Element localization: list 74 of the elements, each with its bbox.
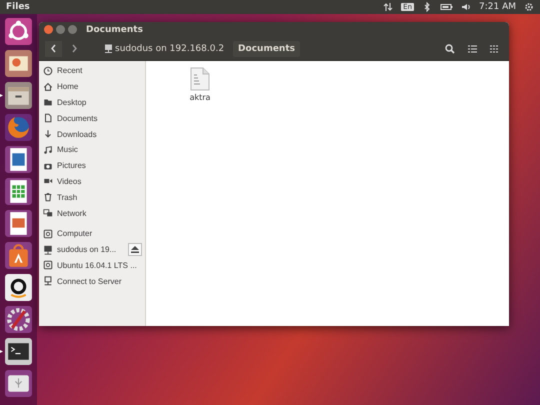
battery-icon[interactable] bbox=[440, 2, 453, 12]
sidebar-item[interactable]: Downloads bbox=[39, 126, 145, 142]
sidebar-label: Home bbox=[57, 82, 78, 92]
sidebar-item[interactable]: Music bbox=[39, 142, 145, 158]
window-title: Documents bbox=[86, 24, 143, 34]
network-icon bbox=[43, 208, 53, 218]
sidebar-label: Downloads bbox=[57, 130, 97, 139]
sidebar-label: Desktop bbox=[57, 98, 86, 107]
sidebar-label: Recent bbox=[57, 66, 82, 76]
doc-icon bbox=[43, 113, 53, 124]
sidebar-label: Ubuntu 16.04.1 LTS ... bbox=[57, 260, 137, 270]
trash-icon bbox=[43, 192, 53, 202]
download-icon bbox=[43, 129, 53, 140]
sidebar-label: Videos bbox=[57, 176, 82, 186]
network-drive-icon bbox=[104, 44, 113, 53]
sidebar-label: Connect to Server bbox=[57, 276, 122, 286]
calc-launcher-icon[interactable] bbox=[4, 177, 33, 206]
eject-button[interactable] bbox=[128, 243, 142, 256]
back-button[interactable] bbox=[45, 40, 62, 56]
sidebar-label: Documents bbox=[57, 114, 98, 123]
photos-launcher-icon[interactable] bbox=[4, 49, 33, 78]
sidebar-item[interactable]: Computer bbox=[39, 226, 145, 242]
search-icon bbox=[445, 44, 455, 54]
bluetooth-icon[interactable] bbox=[422, 2, 432, 12]
sidebar-label: Music bbox=[57, 145, 78, 154]
file-name[interactable]: aktra bbox=[190, 93, 210, 102]
sidebar-item[interactable]: Desktop bbox=[39, 94, 145, 110]
sidebar-item[interactable]: Network bbox=[39, 205, 145, 221]
sidebar-item[interactable]: Connect to Server bbox=[39, 273, 145, 290]
files-launcher-icon[interactable] bbox=[4, 81, 33, 110]
chevron-right-icon bbox=[71, 44, 78, 53]
sidebar-item[interactable]: Ubuntu 16.04.1 LTS ... bbox=[39, 258, 145, 274]
software-launcher-icon[interactable] bbox=[4, 241, 33, 270]
impress-launcher-icon[interactable] bbox=[4, 209, 33, 238]
sidebar-item[interactable]: sudodus on 19... bbox=[39, 242, 145, 258]
sidebar-label: Trash bbox=[57, 192, 78, 202]
text-file-icon[interactable] bbox=[190, 67, 210, 91]
clock[interactable]: 7:21 AM bbox=[479, 2, 516, 12]
app-title: Files bbox=[6, 2, 31, 12]
share-icon bbox=[43, 244, 53, 255]
drive-icon bbox=[43, 260, 53, 270]
path-button[interactable]: sudodus on 192.168.0.2 bbox=[99, 40, 230, 56]
drive-launcher-icon[interactable] bbox=[4, 369, 33, 398]
sidebar-item[interactable]: Home bbox=[39, 78, 145, 95]
network-arrows-icon[interactable] bbox=[383, 2, 394, 12]
ubuntu-launcher-icon[interactable] bbox=[4, 17, 33, 46]
sidebar-item[interactable]: Trash bbox=[39, 189, 145, 206]
eject-icon bbox=[131, 246, 139, 254]
music-icon bbox=[43, 144, 53, 155]
maximize-button[interactable] bbox=[68, 25, 77, 34]
server-icon bbox=[43, 276, 53, 286]
home-icon bbox=[43, 82, 53, 92]
recent-icon bbox=[43, 66, 53, 76]
minimize-button[interactable] bbox=[56, 25, 65, 34]
close-button[interactable] bbox=[44, 25, 53, 34]
sidebar-item[interactable]: Pictures bbox=[39, 158, 145, 174]
grid-icon bbox=[490, 44, 498, 52]
sidebar-item[interactable]: Videos bbox=[39, 174, 145, 190]
sidebar-label: Pictures bbox=[57, 161, 86, 170]
folder-icon bbox=[43, 97, 53, 108]
settings-launcher-icon[interactable] bbox=[4, 305, 33, 334]
sidebar-item[interactable]: Recent bbox=[39, 63, 145, 79]
volume-icon[interactable] bbox=[461, 2, 471, 12]
sidebar-item[interactable]: Documents bbox=[39, 110, 145, 126]
sidebar-label: sudodus on 19... bbox=[57, 245, 116, 254]
list-icon bbox=[468, 44, 476, 52]
sidebar-label: Network bbox=[57, 208, 86, 218]
sidebar-label: Computer bbox=[57, 229, 92, 238]
gear-icon[interactable] bbox=[524, 2, 534, 12]
chevron-left-icon bbox=[50, 44, 57, 53]
path-button[interactable]: Documents bbox=[233, 40, 300, 56]
drive-icon bbox=[43, 228, 53, 239]
writer-launcher-icon[interactable] bbox=[4, 145, 33, 174]
terminal-launcher-icon[interactable] bbox=[4, 337, 33, 366]
